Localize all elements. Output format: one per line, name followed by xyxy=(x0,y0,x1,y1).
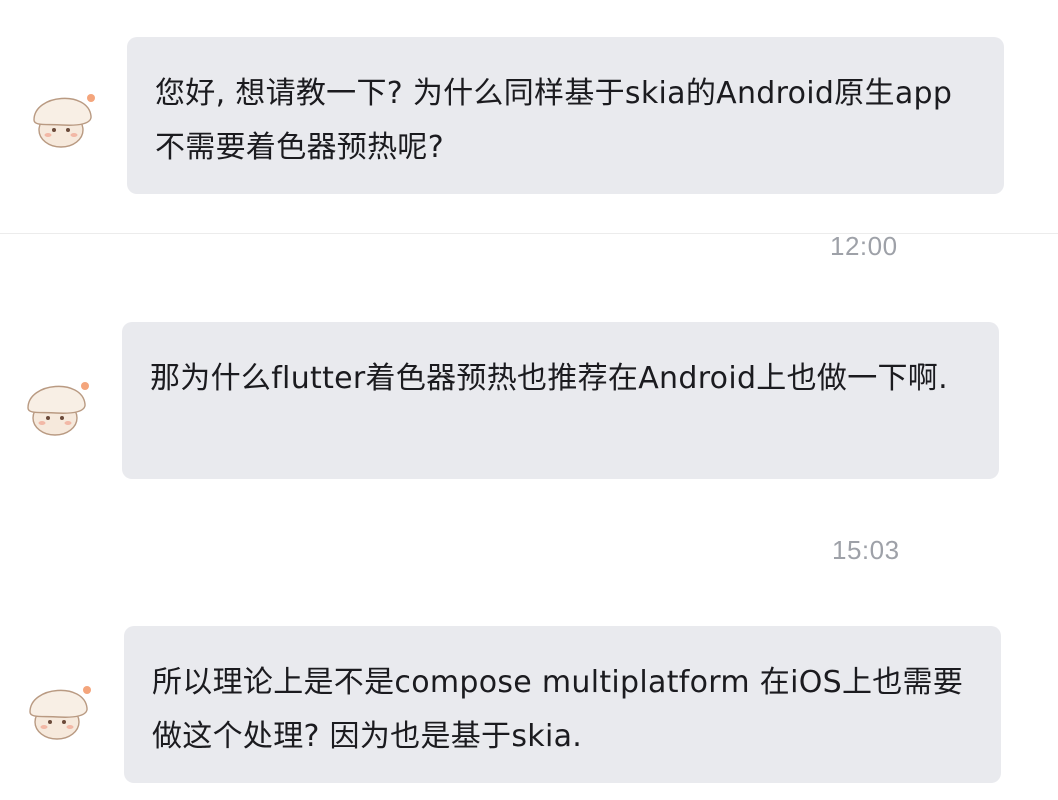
divider xyxy=(0,233,1058,234)
message-text: 所以理论上是不是compose multiplatform 在iOS上也需要做这… xyxy=(152,665,964,754)
message-bubble[interactable]: 那为什么flutter着色器预热也推荐在Android上也做一下啊. xyxy=(122,322,999,479)
message-timestamp: 15:03 xyxy=(832,535,900,565)
message-text: 您好, 想请教一下? 为什么同样基于skia的Android原生app 不需要着… xyxy=(155,76,953,165)
message-bubble[interactable]: 您好, 想请教一下? 为什么同样基于skia的Android原生app 不需要着… xyxy=(127,37,1004,194)
chat-thread: 您好, 想请教一下? 为什么同样基于skia的Android原生app 不需要着… xyxy=(0,0,1058,800)
mushroom-avatar-icon[interactable] xyxy=(22,370,92,440)
message-text: 那为什么flutter着色器预热也推荐在Android上也做一下啊. xyxy=(150,361,948,396)
message-timestamp: 12:00 xyxy=(830,231,898,261)
mushroom-avatar-icon[interactable] xyxy=(24,674,94,744)
mushroom-avatar-icon[interactable] xyxy=(28,82,98,152)
message-bubble[interactable]: 所以理论上是不是compose multiplatform 在iOS上也需要做这… xyxy=(124,626,1001,783)
